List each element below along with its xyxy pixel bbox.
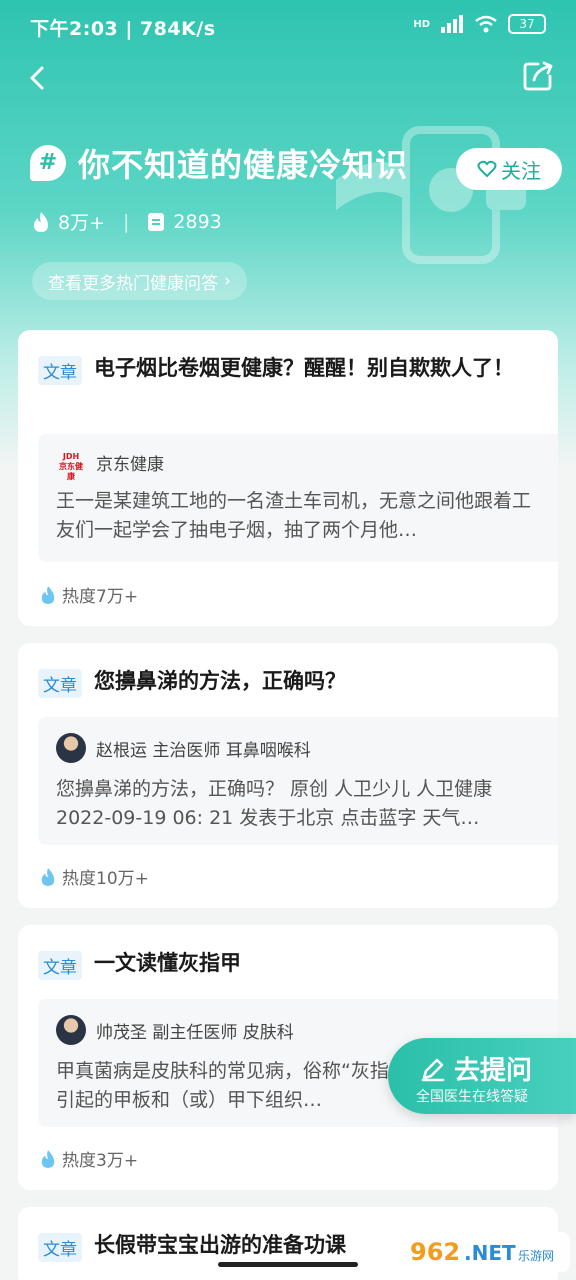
card-heat: 热度7万+ (40, 582, 138, 607)
article-tag: 文章 (38, 1233, 82, 1262)
author-name: 京东健康 (96, 455, 164, 475)
author-name: 赵根运 主治医师 耳鼻咽喉科 (96, 740, 311, 761)
flame-icon (34, 211, 48, 232)
divider: | (123, 210, 130, 233)
excerpt-text: 王一是某建筑工地的一名渣土车司机，无意之间他跟着工友们一起学会了抽电子烟，抽了两… (56, 490, 532, 541)
status-time: 下午2:03 | 784K/s (30, 18, 216, 40)
ask-subtitle: 全国医生在线答疑 (416, 1089, 528, 1105)
battery-icon: 37 (508, 14, 546, 34)
ask-main: 去提问 (420, 1050, 532, 1087)
heat-value: 8万+ (58, 212, 106, 234)
network-label: HD (413, 18, 430, 30)
follow-button[interactable]: 关注 (456, 148, 562, 190)
home-indicator[interactable] (218, 1262, 358, 1267)
article-card[interactable]: 文章 电子烟比卷烟更健康？醒醒！别自欺欺人了！ JDH 京东健康 京东健康 王一是… (18, 330, 558, 626)
topic-heading: # 你不知道的健康冷知识 (30, 140, 408, 186)
document-icon (148, 212, 165, 231)
svg-text:.NET: .NET (464, 1241, 516, 1265)
excerpt-text: 您擤鼻涕的方法，正确吗？ 原创 人卫少儿 人卫健康 2022-09-19 06:… (56, 778, 493, 829)
flame-icon (41, 585, 55, 604)
card-excerpt: 赵根运 主治医师 耳鼻咽喉科 您擤鼻涕的方法，正确吗？ 原创 人卫少儿 人卫健康… (38, 717, 558, 845)
author-row: JDH 京东健康 京东健康 (56, 450, 540, 481)
card-title-row: 文章 一文读懂灰指甲 (38, 949, 540, 980)
author-name: 帅茂圣 副主任医师 皮肤科 (96, 1022, 294, 1043)
card-title: 一文读懂灰指甲 (94, 951, 241, 975)
status-icons: HD 37 (413, 14, 546, 34)
hashtag-icon: # (30, 145, 66, 181)
flame-icon (41, 867, 55, 886)
avatar (56, 733, 86, 763)
pencil-icon (421, 1058, 445, 1081)
site-watermark-logo: 962 .NET 乐游网 (400, 1232, 570, 1272)
card-excerpt: JDH 京东健康 京东健康 王一是某建筑工地的一名渣土车司机，无意之间他跟着工友们… (38, 434, 558, 562)
share-icon[interactable] (520, 58, 556, 94)
card-title-row: 文章 电子烟比卷烟更健康？醒醒！别自欺欺人了！ (38, 354, 540, 385)
nav-bar (0, 58, 576, 98)
svg-text:乐游网: 乐游网 (518, 1249, 554, 1263)
card-title: 长假带宝宝出游的准备功课 (94, 1233, 346, 1257)
posts-value: 2893 (173, 210, 222, 233)
back-icon[interactable] (22, 60, 54, 96)
status-bar: 下午2:03 | 784K/s HD 37 (0, 0, 576, 54)
ask-question-button[interactable]: 去提问 全国医生在线答疑 (388, 1038, 576, 1114)
card-heat: 热度3万+ (40, 1146, 138, 1171)
topic-stats: 8万+ | 2893 (32, 208, 222, 235)
heart-icon (477, 160, 497, 178)
chevron-right-icon: › (224, 271, 231, 291)
article-tag: 文章 (38, 669, 82, 698)
author-row: 赵根运 主治医师 耳鼻咽喉科 (56, 733, 540, 763)
article-card[interactable]: 文章 您擤鼻涕的方法，正确吗？ 赵根运 主治医师 耳鼻咽喉科 您擤鼻涕的方法，正… (18, 643, 558, 908)
card-title: 电子烟比卷烟更健康？醒醒！别自欺欺人了！ (94, 356, 514, 380)
posts-stat: 2893 (147, 210, 222, 233)
flame-icon (41, 1149, 55, 1168)
heat-label: 热度7万+ (62, 587, 139, 607)
signal-icon (441, 15, 463, 33)
article-tag: 文章 (38, 356, 82, 385)
card-title: 您擤鼻涕的方法，正确吗？ (94, 669, 346, 693)
heat-label: 热度3万+ (62, 1151, 139, 1171)
avatar (56, 1015, 86, 1045)
jd-health-logo: JDH 京东健康 (59, 451, 83, 481)
heat-stat: 8万+ (32, 208, 105, 235)
card-heat: 热度10万+ (40, 864, 149, 889)
more-qa-link[interactable]: 查看更多热门健康问答 › (32, 262, 247, 300)
page-title: 你不知道的健康冷知识 (78, 146, 409, 184)
article-tag: 文章 (38, 951, 82, 980)
follow-label: 关注 (501, 158, 541, 183)
svg-text:962: 962 (410, 1238, 460, 1266)
wifi-icon (475, 15, 497, 33)
more-qa-label: 查看更多热门健康问答 (48, 273, 218, 294)
heat-label: 热度10万+ (62, 869, 149, 889)
ask-label: 去提问 (454, 1056, 533, 1086)
card-title-row: 文章 您擤鼻涕的方法，正确吗？ (38, 667, 540, 698)
